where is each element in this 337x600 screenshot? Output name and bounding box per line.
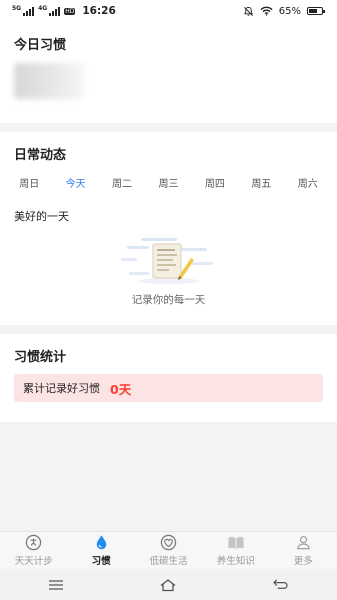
tab-more[interactable]: 更多 [270, 532, 337, 569]
status-bar: 5G 4G HD 16:26 65% [0, 0, 337, 22]
signal-icon [23, 6, 35, 16]
drop-icon [96, 535, 106, 550]
book-icon [228, 536, 244, 549]
weekday-item[interactable]: 今天 [63, 173, 89, 192]
habit-stats-card: 习惯统计 累计记录好习惯 0天 [0, 334, 337, 422]
tab-label: 习惯 [91, 556, 111, 567]
home-icon [161, 578, 176, 591]
habit-placeholder [14, 63, 84, 99]
signal-icon-2 [49, 6, 61, 16]
weekday-item[interactable]: 周三 [155, 173, 181, 192]
tab-label: 养生知识 [216, 555, 255, 567]
tab-label: 低碳生活 [149, 556, 188, 567]
back-button[interactable] [261, 573, 301, 597]
network-label-2: 4G [38, 5, 48, 12]
status-right: 65% [243, 5, 325, 17]
habit-stat-bar: 累计记录好习惯 0天 [14, 374, 323, 402]
tab-label: 天天计步 [14, 556, 53, 567]
habit-stat-value: 0天 [110, 381, 132, 397]
weekday-item[interactable]: 周六 [295, 173, 321, 192]
empty-notes-illustration [120, 238, 213, 284]
daily-activity-title: 日常动态 [14, 148, 67, 163]
network-label-1: 5G [12, 5, 22, 12]
back-icon [273, 579, 288, 589]
today-habits-card: 今日习惯 [0, 22, 337, 123]
system-navigation-bar [0, 569, 337, 600]
habit-stats-title: 习惯统计 [14, 350, 67, 365]
weekday-item[interactable]: 周五 [248, 173, 274, 192]
step-icon [26, 534, 42, 551]
day-label: 美好的一天 [14, 210, 69, 223]
weekday-item[interactable]: 周四 [202, 173, 228, 192]
battery-fill [309, 9, 317, 13]
empty-state-text: 记录你的每一天 [131, 294, 206, 306]
tab-low-carbon[interactable]: 低碳生活 [135, 532, 202, 569]
hd-badge: HD [64, 7, 76, 15]
tab-health-knowledge[interactable]: 养生知识 [202, 532, 269, 569]
tab-label: 更多 [293, 556, 313, 567]
today-habits-title: 今日习惯 [14, 38, 67, 53]
weekday-item[interactable]: 周日 [16, 173, 42, 192]
menu-button[interactable] [36, 573, 76, 597]
home-button[interactable] [148, 573, 188, 597]
user-icon [296, 536, 310, 550]
tab-step[interactable]: 天天计步 [0, 532, 67, 569]
weekday-item[interactable]: 周二 [109, 173, 135, 192]
wifi-icon [260, 6, 273, 16]
daily-activity-card: 日常动态 周日 今天 周二 周三 周四 周五 周六 美好的一天 记录你的每一天 [0, 132, 337, 325]
status-left: 5G 4G HD 16:26 [12, 5, 116, 17]
mute-icon [243, 6, 253, 16]
battery-percent: 65% [278, 5, 301, 17]
menu-icon [49, 579, 64, 590]
status-time: 16:26 [82, 5, 116, 17]
heart-icon [160, 534, 177, 551]
weekday-selector: 周日 今天 周二 周三 周四 周五 周六 [0, 173, 337, 192]
battery-icon [307, 7, 325, 15]
habit-stat-label: 累计记录好习惯 [23, 382, 100, 395]
bottom-tab-bar: 天天计步 习惯 低碳生活 养生知识 更多 [0, 531, 337, 569]
tab-habit[interactable]: 习惯 [67, 532, 134, 569]
